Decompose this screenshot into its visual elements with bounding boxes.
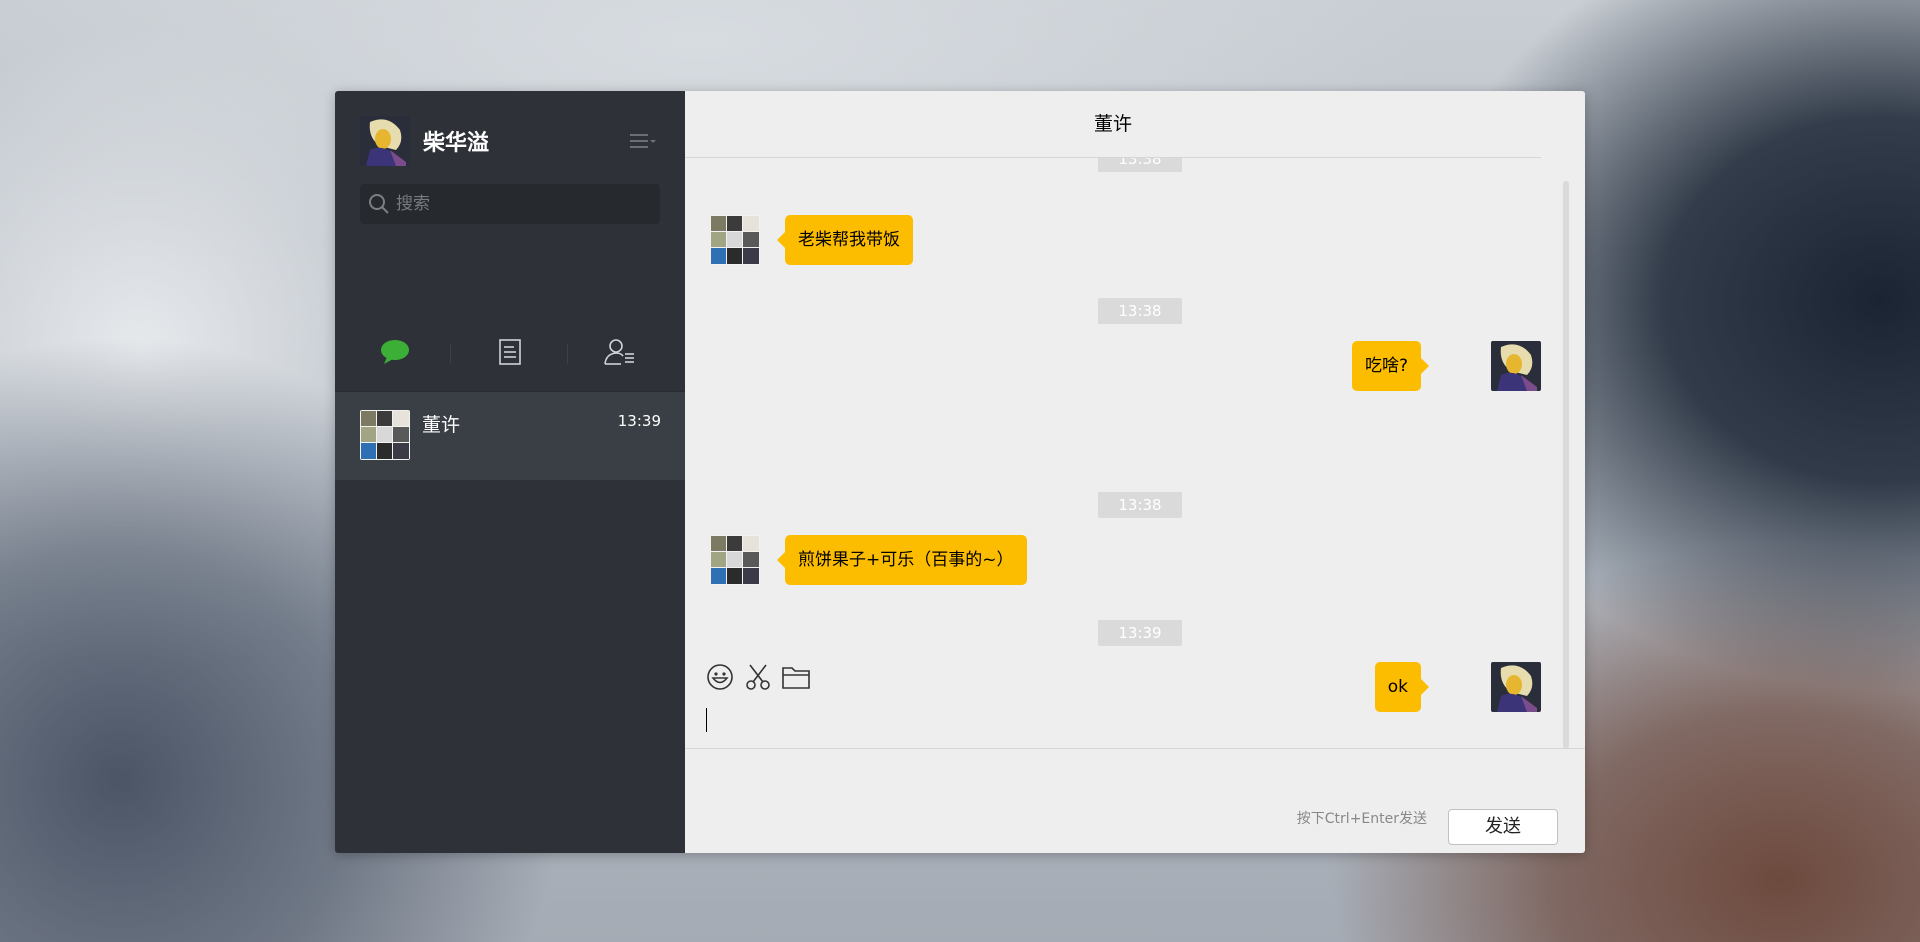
search-input[interactable] (394, 193, 648, 215)
emoji-icon (707, 664, 733, 690)
message-input[interactable] (705, 703, 1569, 797)
user-name: 柴华溢 (423, 131, 490, 156)
message-list: 13:38 老柴帮我带饭 13:38 吃啥? 13:38 煎饼果子+可乐（百事的… (685, 158, 1541, 748)
scissors-icon (746, 664, 770, 690)
timestamp: 13:38 (1098, 158, 1182, 172)
tab-articles[interactable] (493, 335, 527, 369)
sidebar: 柴华溢 搜索 董许 13:39 (335, 91, 685, 853)
message-bubble[interactable]: 吃啥? (1351, 341, 1430, 391)
conversation-item[interactable]: 董许 13:39 (335, 392, 685, 480)
chat-title: 董许 (1093, 113, 1132, 135)
document-icon (499, 339, 521, 365)
user-avatar[interactable] (360, 116, 410, 166)
search-icon (368, 193, 390, 215)
send-button[interactable]: 发送 (1448, 809, 1558, 845)
conversation-name: 董许 (422, 414, 461, 436)
text-caret (706, 708, 707, 732)
screenshot-button[interactable] (743, 662, 773, 692)
conversation-time: 13:39 (617, 412, 661, 430)
menu-icon (630, 134, 656, 148)
timestamp: 13:38 (1098, 492, 1182, 518)
tab-contacts[interactable] (603, 335, 637, 369)
folder-icon (782, 667, 810, 689)
contacts-icon (604, 339, 634, 365)
tab-separator (450, 344, 451, 364)
file-button[interactable] (781, 662, 811, 692)
search-box (360, 184, 660, 224)
tab-chats[interactable] (378, 335, 412, 369)
message-scrollbar[interactable] (1563, 181, 1569, 749)
chat-panel: 董许 13:38 老柴帮我带饭 13:38 吃啥? 13:38 煎饼果子+可乐（… (685, 91, 1585, 853)
user-profile: 柴华溢 (360, 116, 489, 166)
user-avatar[interactable] (1491, 341, 1541, 391)
message-bubble[interactable]: 老柴帮我带饭 (777, 215, 913, 265)
timestamp: 13:39 (1098, 620, 1182, 646)
contact-avatar[interactable] (710, 215, 760, 265)
send-hint: 按下Ctrl+Enter发送 (1296, 811, 1427, 827)
contact-avatar[interactable] (710, 535, 760, 585)
tab-separator (567, 344, 568, 364)
emoji-button[interactable] (705, 662, 735, 692)
message-bubble[interactable]: 煎饼果子+可乐（百事的~） (777, 535, 1027, 585)
contact-avatar (360, 410, 410, 460)
chat-window: 柴华溢 搜索 董许 13:39 董许 13:38 老柴帮我带饭 13:38 吃啥… (335, 91, 1585, 853)
menu-button[interactable] (629, 129, 659, 153)
timestamp: 13:38 (1098, 298, 1182, 324)
chat-bubble-icon (381, 340, 409, 364)
